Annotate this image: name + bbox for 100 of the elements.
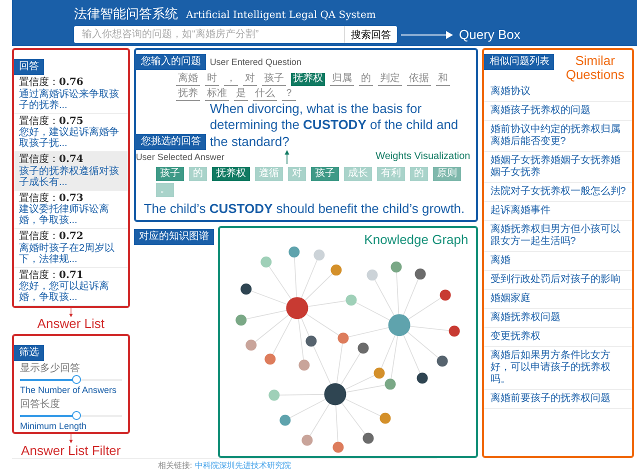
answer-item[interactable]: 置信度：0.76 通过离婚诉讼来争取孩子的抚养... — [14, 75, 128, 114]
similar-question-link[interactable]: 法院对子女抚养权一般怎么判? — [484, 182, 632, 202]
similar-question-link[interactable]: 婚姻家庭 — [484, 290, 632, 309]
app-subtitle: Artificial Intelligent Legal QA System — [186, 10, 376, 21]
graph-node[interactable] — [279, 414, 290, 426]
answer-snippet: 您好，您可以起诉离婚，争取孩... — [19, 281, 110, 303]
graph-node[interactable] — [338, 332, 349, 344]
annotation-label: Query Box — [459, 27, 520, 42]
question-token: 的 — [358, 73, 373, 86]
graph-node[interactable] — [384, 378, 396, 390]
graph-node[interactable] — [448, 325, 460, 336]
similar-question-link[interactable]: 婚姻子女抚养婚姻子女抚养婚姻子女抚养 — [484, 152, 632, 183]
graph-node[interactable] — [288, 246, 300, 258]
confidence-score: 置信度：0.71 — [19, 270, 84, 280]
similar-question-link[interactable]: 离婚 — [484, 252, 632, 271]
answer-token: 的 — [410, 166, 428, 181]
question-token: 是 — [234, 88, 248, 101]
answer-translation: The child’s CUSTODY should benefit the child’s growth. — [142, 200, 466, 216]
answer-snippet: 通过离婚诉讼来争取孩子的抚养... — [19, 88, 120, 110]
similar-question-link[interactable]: 离婚孩子抚养权的问题 — [484, 102, 632, 121]
question-token: 抚养权 — [290, 73, 325, 86]
search-field[interactable]: 输入你想咨询的问题，如“离婚房产分割” — [74, 26, 344, 43]
question-token: 标准 — [204, 88, 229, 101]
graph-node[interactable] — [245, 339, 256, 350]
answer-token: 。 — [156, 182, 174, 197]
similar-question-link[interactable]: 受到行政处罚后对孩子的影响 — [484, 270, 632, 290]
answer-token: 遵循 — [254, 166, 283, 181]
confidence-score: 置信度：0.74 — [19, 154, 84, 166]
graph-node[interactable] — [436, 355, 448, 366]
question-token: 什么 — [252, 88, 277, 101]
graph-node[interactable] — [301, 434, 312, 446]
similar-question-link[interactable]: 离婚前要孩子的抚养权问题 — [484, 390, 632, 409]
graph-node[interactable] — [346, 294, 357, 306]
question-token: 和 — [436, 73, 450, 86]
slider-label: 回答长度 — [19, 398, 61, 410]
annotation-label: Knowledge Graph — [364, 232, 468, 247]
question-token: ？ — [282, 88, 296, 101]
similar-question-link[interactable]: 婚前协议中约定的抚养权归属离婚后能否变更? — [484, 120, 632, 152]
confidence-score: 置信度：0.75 — [19, 116, 84, 126]
annotation-label: Weights Visualization — [376, 151, 470, 162]
answer-item[interactable]: 置信度：0.73 建议委托律师诉讼离婚，争取孩... — [14, 190, 128, 229]
slider-label: 显示多少回答 — [19, 362, 81, 374]
footer-label: 相关链接: — [158, 460, 192, 471]
arrow-icon — [401, 30, 453, 38]
graph-node[interactable] — [305, 335, 316, 346]
question-token: 判定 — [378, 73, 402, 86]
graph-node[interactable] — [235, 314, 246, 326]
panel-caption: User Entered Question — [210, 57, 302, 67]
answer-item[interactable]: 置信度：0.71 您好，您可以起诉离婚，争取孩... — [14, 268, 128, 306]
slider-thumb[interactable] — [72, 375, 81, 384]
graph-node[interactable] — [380, 412, 391, 424]
confidence-score: 置信度：0.73 — [19, 192, 84, 204]
similar-question-link[interactable]: 离婚后如果男方条件比女方好，可以申请孩子的抚养权吗。 — [484, 346, 632, 390]
annotation-label: The Number of Answers — [19, 384, 118, 396]
answer-token: 的 — [188, 166, 207, 181]
app-title: 法律智能问答系统 — [74, 6, 178, 23]
graph-node[interactable] — [330, 264, 342, 276]
graph-node[interactable] — [298, 359, 310, 370]
confidence-score: 置信度：0.72 — [19, 231, 84, 242]
answer-token: 原则 — [432, 166, 461, 181]
graph-node[interactable] — [358, 342, 369, 354]
answer-snippet: 建议委托律师诉讼离婚，争取孩... — [19, 204, 110, 226]
graph-node[interactable] — [268, 389, 280, 400]
question-token: 离婚 — [176, 73, 200, 86]
answer-token: 有利 — [376, 166, 405, 181]
graph-node[interactable] — [314, 249, 324, 260]
annotation-label: Similar Questions — [564, 54, 626, 83]
graph-node[interactable] — [440, 289, 451, 300]
answer-token: 对 — [288, 166, 306, 181]
graph-node[interactable] — [414, 268, 426, 280]
question-token: 依据 — [406, 73, 431, 86]
graph-node[interactable] — [240, 283, 252, 294]
answer-token: 孩子 — [310, 166, 339, 181]
search-button[interactable]: 搜索回答 — [344, 26, 397, 43]
graph-node[interactable] — [366, 269, 378, 280]
graph-node[interactable] — [264, 353, 276, 364]
answer-item[interactable]: 置信度：0.74 孩子的抚养权遵循对孩子成长有... — [14, 152, 128, 190]
question-token: 孩子 — [262, 73, 286, 86]
panel-caption: User Selected Answer — [136, 152, 224, 162]
graph-node[interactable] — [390, 261, 402, 272]
answer-snippet: 离婚时孩子在2周岁以下，法律规... — [19, 242, 116, 264]
slider-thumb[interactable] — [72, 411, 81, 420]
graph-node[interactable] — [332, 441, 344, 452]
graph-node[interactable] — [260, 256, 272, 268]
graph-node[interactable] — [374, 367, 385, 378]
similar-question-link[interactable]: 变更抚养权 — [484, 328, 632, 347]
answer-token: 孩子 — [156, 166, 184, 181]
answer-item[interactable]: 置信度：0.72 离婚时孩子在2周岁以下，法律规... — [14, 229, 128, 268]
similar-question-link[interactable]: 离婚抚养权问题 — [484, 308, 632, 328]
graph-node[interactable] — [362, 432, 374, 444]
similar-question-link[interactable]: 离婚协议 — [484, 82, 632, 102]
similar-question-link[interactable]: 离婚抚养权归男方但小孩可以跟女方一起生活吗? — [484, 220, 632, 252]
graph-node[interactable] — [286, 296, 308, 319]
annotation-label: Answer List Filter — [21, 444, 121, 458]
similar-question-link[interactable]: 起诉离婚事件 — [484, 202, 632, 221]
answer-snippet: 孩子的抚养权遵循对孩子成长有... — [19, 166, 120, 188]
graph-node[interactable] — [324, 382, 346, 405]
graph-node[interactable] — [388, 314, 410, 336]
answer-snippet: 您好，建议起诉离婚争取孩子抚... — [19, 127, 120, 149]
graph-node[interactable] — [416, 372, 428, 384]
